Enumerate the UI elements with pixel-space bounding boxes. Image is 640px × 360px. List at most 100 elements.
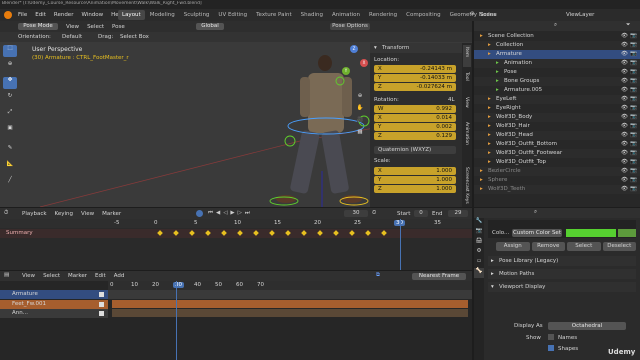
outliner-item[interactable]: ▸ Wolf3D_Head 👁 📷 — [474, 131, 640, 140]
jump-end-icon[interactable]: ⏭ — [245, 210, 250, 217]
keyframe-diamond[interactable] — [333, 230, 339, 236]
field-x[interactable]: X 1.000 — [374, 167, 456, 175]
visibility-eye-icon[interactable]: 👁 — [621, 78, 628, 84]
field-z[interactable]: Z 0.129 — [374, 132, 456, 140]
snap-dropdown[interactable]: Nearest Frame — [412, 273, 466, 280]
play-icon[interactable]: ▶ — [230, 210, 234, 217]
outliner-item[interactable]: ▸ Wolf3D_Body 👁 📷 — [474, 113, 640, 122]
render-camera-icon[interactable]: 📷 — [630, 60, 637, 66]
visibility-eye-icon[interactable]: 👁 — [621, 123, 628, 129]
armature-props-icon[interactable]: 🦴 — [474, 268, 484, 278]
keyframe-diamond[interactable] — [157, 230, 163, 236]
render-camera-icon[interactable]: 📷 — [630, 69, 637, 75]
visibility-eye-icon[interactable]: 👁 — [621, 132, 628, 138]
tab-animation[interactable]: Animation — [328, 10, 364, 20]
nla-menu-select[interactable]: Select — [43, 273, 60, 279]
summary-row[interactable]: Summary — [0, 229, 472, 238]
render-camera-icon[interactable]: 📷 — [630, 168, 637, 174]
render-camera-icon[interactable]: 📷 — [630, 186, 637, 192]
visibility-eye-icon[interactable]: 👁 — [621, 177, 628, 183]
transform-panel-header[interactable]: ▾ Transform — [370, 43, 462, 53]
keyframe-diamond[interactable] — [237, 230, 243, 236]
color-set-dropdown[interactable]: Custom Color Set — [512, 229, 562, 237]
sidebar-tab-tool[interactable]: Tool — [463, 70, 471, 92]
nla-menu-edit[interactable]: Edit — [95, 273, 106, 279]
keyframe-diamond[interactable] — [285, 230, 291, 236]
keyframe-diamond[interactable] — [173, 230, 179, 236]
keyframe-diamond[interactable] — [365, 230, 371, 236]
pan-hand-icon[interactable]: ✋ — [354, 105, 366, 115]
rotation-mode-dropdown[interactable]: Quaternion (WXYZ) — [374, 146, 456, 154]
sidebar-tab-item[interactable]: Item — [463, 45, 471, 67]
timeline-menu-view[interactable]: View — [81, 211, 94, 217]
scene-icon[interactable]: ⊛ — [470, 11, 475, 17]
record-button[interactable] — [196, 210, 203, 217]
timeline-menu-keying[interactable]: Keying — [55, 211, 73, 217]
render-camera-icon[interactable]: 📷 — [630, 141, 637, 147]
output-props-icon[interactable]: 🖨 — [474, 238, 484, 248]
tab-shading[interactable]: Shading — [297, 10, 327, 20]
visibility-eye-icon[interactable]: 👁 — [621, 69, 628, 75]
nla-track-checkbox[interactable] — [99, 301, 104, 307]
tab-layout[interactable]: Layout — [118, 10, 145, 20]
outliner-item[interactable]: ▸ Wolf3D_Outfit_Top 👁 📷 — [474, 158, 640, 167]
visibility-eye-icon[interactable]: 👁 — [621, 105, 628, 111]
shapes-checkbox[interactable] — [548, 345, 554, 351]
render-camera-icon[interactable]: 📷 — [630, 177, 637, 183]
visibility-eye-icon[interactable]: 👁 — [621, 51, 628, 57]
field-z[interactable]: Z -0.027624 m — [374, 83, 456, 91]
clock-icon[interactable]: ⏲ — [372, 210, 376, 217]
prev-key-icon[interactable]: ◀ — [216, 210, 220, 217]
timeline-editor-icon[interactable]: ⏱ — [4, 210, 8, 217]
outliner-search-icon[interactable]: ⌕ — [554, 22, 557, 29]
nla-editor-icon[interactable]: ▤ — [4, 272, 9, 278]
outliner-item[interactable]: ▸ Sphere 👁 📷 — [474, 176, 640, 185]
property-section[interactable]: ▸ Pose Library (Legacy) — [488, 256, 636, 266]
visibility-eye-icon[interactable]: 👁 — [621, 141, 628, 147]
menu-render[interactable]: Render — [54, 12, 74, 18]
field-y[interactable]: Y -0.14033 m — [374, 74, 456, 82]
timeline-ruler[interactable]: -505101520253035 — [0, 219, 472, 228]
outliner-item[interactable]: ▸ EyeRight 👁 📷 — [474, 104, 640, 113]
timeline-playhead[interactable] — [400, 219, 401, 270]
tab-modeling[interactable]: Modeling — [146, 10, 179, 20]
assign-button[interactable]: Assign — [496, 242, 530, 251]
render-props-icon[interactable]: 📷 — [474, 228, 484, 238]
remove-button[interactable]: Remove — [531, 242, 565, 251]
nla-track[interactable]: Armature — [0, 290, 108, 299]
nla-menu-add[interactable]: Add — [114, 273, 125, 279]
menu-edit[interactable]: Edit — [35, 12, 46, 18]
render-camera-icon[interactable]: 📷 — [630, 159, 637, 165]
visibility-eye-icon[interactable]: 👁 — [621, 42, 628, 48]
visibility-eye-icon[interactable]: 👁 — [621, 96, 628, 102]
blender-logo-icon[interactable] — [4, 11, 12, 19]
outliner-item[interactable]: ▸ EyeLeft 👁 📷 — [474, 95, 640, 104]
tool-props-icon[interactable]: 🔧 — [474, 218, 484, 228]
visibility-eye-icon[interactable]: 👁 — [621, 60, 628, 66]
render-camera-icon[interactable]: 📷 — [630, 87, 637, 93]
render-camera-icon[interactable]: 📷 — [630, 114, 637, 120]
render-camera-icon[interactable]: 📷 — [630, 132, 637, 138]
menu-file[interactable]: File — [18, 12, 27, 18]
outliner-item[interactable]: ▸ Collection 👁 📷 — [474, 41, 640, 50]
outliner-item[interactable]: ▸ Scene Collection 👁 📷 — [474, 32, 640, 41]
field-z[interactable]: Z 1.000 — [374, 185, 456, 193]
tab-uv-editing[interactable]: UV Editing — [214, 10, 251, 20]
timeline-menu-marker[interactable]: Marker — [102, 211, 121, 217]
outliner-item[interactable]: ▸ Pose 👁 📷 — [474, 68, 640, 77]
start-field[interactable]: 0 — [414, 210, 428, 217]
visibility-eye-icon[interactable]: 👁 — [621, 33, 628, 39]
snap-icon[interactable]: ⧉ — [376, 272, 380, 279]
nla-playhead[interactable] — [176, 281, 177, 360]
tab-rendering[interactable]: Rendering — [365, 10, 401, 20]
object-props-icon[interactable]: ▫ — [474, 258, 484, 268]
current-frame-field[interactable]: 30 — [344, 210, 368, 217]
properties-search-icon[interactable]: ⌕ — [534, 209, 537, 216]
scene-selector[interactable]: Scene — [480, 12, 497, 18]
render-camera-icon[interactable]: 📷 — [630, 42, 637, 48]
visibility-eye-icon[interactable]: 👁 — [621, 186, 628, 192]
field-w[interactable]: W 0.992 — [374, 105, 456, 113]
jump-start-icon[interactable]: ⏮ — [208, 210, 213, 217]
outliner-item[interactable]: ▸ Armature.005 👁 📷 — [474, 86, 640, 95]
render-camera-icon[interactable]: 📷 — [630, 33, 637, 39]
